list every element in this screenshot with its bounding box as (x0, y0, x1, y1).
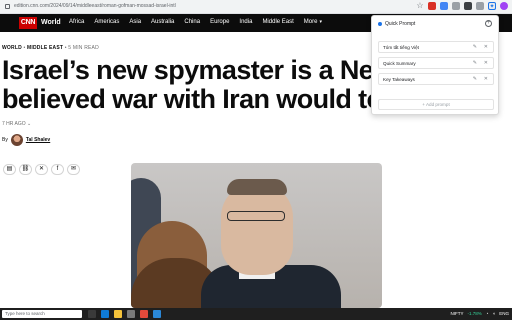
settings-icon[interactable]: + (485, 20, 492, 27)
edge-icon[interactable] (101, 310, 109, 318)
nav-item-india[interactable]: India (239, 19, 252, 25)
article-hero-image[interactable] (131, 163, 382, 308)
photo-figure (227, 179, 287, 195)
prompt-item-label: Quick Summary (383, 61, 416, 66)
quick-prompt-title: Quick Prompt (385, 21, 416, 27)
url-text[interactable]: edition.cnn.com/2024/09/14/middleeast/ro… (14, 3, 176, 9)
bookmark-star-icon[interactable]: ☆ (416, 2, 424, 10)
quick-prompt-logo-icon (378, 22, 382, 26)
breadcrumb-world[interactable]: WORLD (2, 45, 22, 51)
volume-icon[interactable]: ◖ (493, 311, 496, 316)
breadcrumb: WORLD • MIDDLE EAST • 5 MIN READ (2, 45, 99, 51)
nav-item-asia[interactable]: Asia (129, 19, 141, 25)
nav-item-middle-east[interactable]: Middle East (262, 19, 293, 25)
prompt-item[interactable]: Key Takeaways ✎ ✕ (378, 73, 494, 85)
photo-figure (221, 183, 293, 275)
quick-prompt-extension-icon[interactable]: ✦ (488, 2, 496, 10)
author-link[interactable]: Tal Shalev (26, 137, 50, 143)
facebook-share-icon[interactable]: f (51, 164, 64, 175)
chrome-icon[interactable] (140, 310, 148, 318)
extension-icon[interactable] (440, 2, 448, 10)
edit-icon[interactable]: ✎ (473, 44, 477, 50)
byline: By Tal Shalev (2, 134, 50, 146)
author-avatar[interactable] (10, 134, 23, 146)
extension-icon[interactable] (428, 2, 436, 10)
nav-more-label: More (303, 19, 318, 25)
nav-item-australia[interactable]: Australia (151, 19, 174, 25)
timestamp[interactable]: 7 HR AGO ⌄ (2, 121, 31, 127)
file-explorer-icon[interactable] (114, 310, 122, 318)
delete-icon[interactable]: ✕ (484, 60, 488, 66)
nav-more-button[interactable]: More ▾ (304, 19, 322, 25)
x-share-icon[interactable]: ✕ (35, 164, 48, 175)
extension-icon[interactable] (476, 2, 484, 10)
taskbar-app-icon[interactable] (127, 310, 135, 318)
nav-menu: Africa Americas Asia Australia China Eur… (69, 19, 322, 25)
quick-prompt-popup: Quick Prompt + Tóm tắt tiếng Việt ✎ ✕ Qu… (371, 15, 499, 115)
prompt-item-label: Tóm tắt tiếng Việt (383, 45, 419, 50)
market-index-change: -1.78% (467, 311, 482, 316)
add-prompt-button[interactable]: + Add prompt (378, 99, 494, 110)
prompt-item-label: Key Takeaways (383, 77, 415, 82)
edit-icon[interactable]: ✎ (473, 60, 477, 66)
share-bar: ▤ ⛓ ✕ f ✉ (3, 164, 80, 175)
nav-item-europe[interactable]: Europe (210, 19, 229, 25)
byline-prefix: By (2, 137, 8, 143)
extension-toolbar: ☆ ✦ (416, 2, 508, 10)
extension-icon[interactable] (464, 2, 472, 10)
edit-icon[interactable]: ✎ (473, 76, 477, 82)
chevron-down-icon: ⌄ (27, 121, 32, 127)
timestamp-text: 7 HR AGO (2, 121, 26, 127)
quick-prompt-header: Quick Prompt (378, 21, 415, 27)
taskbar-apps (88, 310, 161, 318)
profile-avatar-icon[interactable] (500, 2, 508, 10)
system-tray: NIFTY -1.78% ◔ ◖ ENG (451, 311, 509, 316)
delete-icon[interactable]: ✕ (484, 76, 488, 82)
delete-icon[interactable]: ✕ (484, 44, 488, 50)
section-title[interactable]: World (41, 19, 61, 26)
email-share-icon[interactable]: ✉ (67, 164, 80, 175)
copy-link-icon[interactable]: ⛓ (19, 164, 32, 175)
taskbar-app-icon[interactable] (153, 310, 161, 318)
nav-item-china[interactable]: China (184, 19, 200, 25)
prompt-item[interactable]: Quick Summary ✎ ✕ (378, 57, 494, 69)
language-indicator[interactable]: ENG (499, 311, 509, 316)
os-taskbar: Type here to search NIFTY -1.78% ◔ ◖ ENG (0, 308, 512, 320)
taskbar-search-input[interactable]: Type here to search (2, 310, 82, 318)
prompt-item[interactable]: Tóm tắt tiếng Việt ✎ ✕ (378, 41, 494, 53)
site-info-icon[interactable] (5, 4, 10, 9)
task-view-icon[interactable] (88, 310, 96, 318)
address-bar[interactable]: edition.cnn.com/2024/09/14/middleeast/ro… (0, 0, 512, 14)
print-icon[interactable]: ▤ (3, 164, 16, 175)
market-index-label[interactable]: NIFTY (451, 311, 464, 316)
read-time: 5 MIN READ (68, 45, 99, 51)
photo-figure (227, 211, 285, 221)
chevron-down-icon: ▾ (319, 19, 322, 25)
nav-item-americas[interactable]: Americas (94, 19, 119, 25)
wifi-icon[interactable]: ◔ (486, 311, 489, 316)
cnn-logo[interactable]: CNN (19, 17, 37, 29)
nav-item-africa[interactable]: Africa (69, 19, 84, 25)
browser-window: edition.cnn.com/2024/09/14/middleeast/ro… (0, 0, 512, 320)
extension-icon[interactable] (452, 2, 460, 10)
breadcrumb-middle-east[interactable]: MIDDLE EAST (27, 45, 63, 51)
